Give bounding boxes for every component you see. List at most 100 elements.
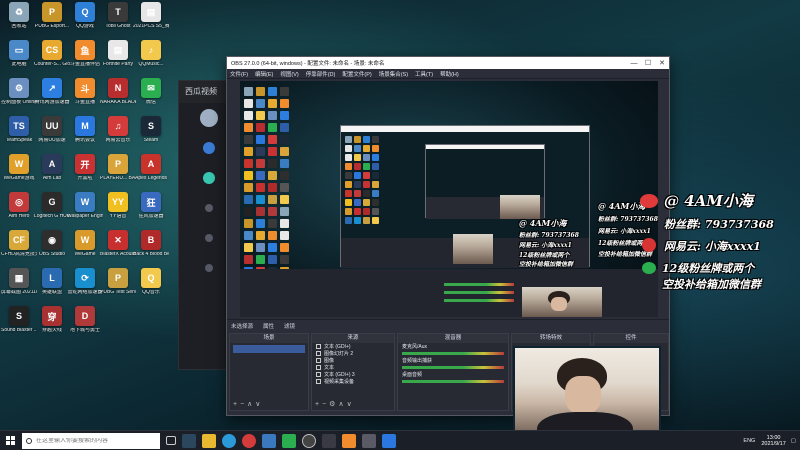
edge-icon[interactable] <box>222 433 236 448</box>
language-indicator[interactable]: ENG <box>743 438 755 444</box>
taskbar-search[interactable] <box>22 432 160 449</box>
preview-mini-icon <box>354 199 361 206</box>
source-item[interactable]: 文本 (GDI+) 3 <box>312 371 394 378</box>
desktop-shortcut[interactable]: 斗斗鱼直播 <box>68 78 102 116</box>
filters-button[interactable]: 滤镜 <box>284 322 295 330</box>
desktop-shortcut[interactable]: 鱼斗鱼直播伴侣 <box>68 40 102 78</box>
desktop-shortcut[interactable]: ♫ 网易云音乐 <box>101 116 135 154</box>
desktop-shortcut[interactable]: L 英雄联盟 <box>35 268 69 306</box>
desktop-shortcut[interactable]: Q QQ游戏 <box>68 2 102 40</box>
desktop-shortcut[interactable]: Q QQ音乐 <box>134 268 168 306</box>
scene-tools[interactable]: +−∧∨ <box>233 400 263 408</box>
minimize-button[interactable]: — <box>627 60 641 67</box>
desktop-shortcut[interactable]: W WeGame游戏 <box>2 154 36 192</box>
menu-profile[interactable]: 配置文件(P) <box>342 70 371 78</box>
desktop-shortcut[interactable]: ◉ OBS Studio <box>35 230 69 268</box>
desktop-shortcut[interactable]: 开开黑啦 <box>68 154 102 192</box>
desktop-shortcut[interactable]: T Tobii Ghost <box>101 2 135 40</box>
obs-preview[interactable]: @ 4AM小海 粉丝群: 793737368 网易云: 小海xxxx1 12级粉… <box>240 81 658 317</box>
desktop-shortcut[interactable]: ✕ BlasterX Acoustic... <box>100 230 136 268</box>
desktop-shortcut[interactable]: P PUBG Test Server <box>100 268 136 306</box>
desktop-shortcut[interactable]: ⟳ 雷蛇网络加速器 <box>67 268 103 306</box>
close-button[interactable]: ✕ <box>655 59 669 67</box>
menu-scene-collection[interactable]: 场景集合(S) <box>379 70 408 78</box>
mixer-meter[interactable] <box>402 366 504 369</box>
desktop-shortcut[interactable]: ✉ 微信 <box>134 78 168 116</box>
mixer-meter[interactable] <box>402 380 504 383</box>
desktop-shortcut-label: 网易UU加速 <box>38 138 66 143</box>
desktop-shortcut[interactable]: D 地下城与勇士 <box>68 306 102 344</box>
file-explorer-icon[interactable] <box>202 433 216 448</box>
task-view-icon[interactable] <box>166 436 176 445</box>
desktop-shortcut[interactable]: TS TeamSpeak <box>2 116 36 154</box>
desktop-shortcut[interactable]: ⚙ 控制面板 Online <box>1 78 37 116</box>
preview-mini-icon <box>268 87 277 96</box>
source-item[interactable]: 图像 <box>312 357 394 364</box>
menu-file[interactable]: 文件(F) <box>230 70 248 78</box>
desktop-shortcut[interactable]: W WeGame <box>68 230 102 268</box>
desktop-shortcut[interactable]: A Apex Legends <box>134 154 168 192</box>
desktop-shortcut[interactable]: G Logitech G HUB <box>34 192 70 230</box>
desktop-shortcut[interactable]: ↗ 腾讯网游加速器 <box>34 78 70 116</box>
desktop-shortcut[interactable]: A Aim Lab <box>35 154 69 192</box>
netease-music-taskbar-icon[interactable] <box>242 433 256 448</box>
desktop-shortcut-label: WeGame游戏 <box>3 176 35 181</box>
desktop-shortcut[interactable]: ▦ 屏幕截图 2021101... <box>1 268 37 306</box>
app-taskbar-icon[interactable] <box>382 433 396 448</box>
source-tools[interactable]: +−⚙∧∨ <box>315 400 355 408</box>
obs-taskbar-icon[interactable] <box>302 433 316 448</box>
wechat-icon: ✉ <box>141 78 161 98</box>
preview-mini-icon <box>372 163 379 170</box>
obs-menubar: 文件(F) 编辑(E) 视图(V) 停靠部件(D) 配置文件(P) 场景集合(S… <box>227 69 669 79</box>
notification-icon[interactable]: ▢ <box>791 438 796 444</box>
maximize-button[interactable]: ☐ <box>641 59 655 67</box>
desktop-shortcut[interactable]: N NARAKA BLADEPOI... <box>100 78 136 116</box>
desktop-shortcut-label: QQ音乐 <box>142 290 160 295</box>
desktop-shortcut-label: 微信 <box>145 100 156 105</box>
douyu-taskbar-icon[interactable] <box>342 433 356 448</box>
app-taskbar-icon[interactable] <box>362 433 376 448</box>
properties-button[interactable]: 属性 <box>263 322 274 330</box>
desktop-shortcut[interactable]: UU 网易UU加速 <box>35 116 69 154</box>
search-input[interactable] <box>36 437 154 444</box>
preview-mini-icon <box>256 207 265 216</box>
desktop-shortcut[interactable]: P PUBG Esport... <box>35 2 69 40</box>
desktop-shortcut[interactable]: W Wallpaper Engine <box>67 192 103 230</box>
desktop-shortcut[interactable]: P PLAYERU... BATTLEGR... <box>100 154 136 192</box>
wechat-taskbar-icon[interactable] <box>282 433 296 448</box>
scene-item[interactable] <box>233 345 305 353</box>
menu-help[interactable]: 帮助(H) <box>440 70 459 78</box>
preview-mini-icon <box>372 154 379 161</box>
desktop-shortcut[interactable]: ▤ 2021PCS S5_赛格准... <box>133 2 169 40</box>
app-taskbar-icon[interactable] <box>322 433 336 448</box>
desktop-shortcut[interactable]: CF CFHD高清竞技大区 <box>1 230 37 268</box>
desktop-shortcut[interactable]: S Sound Blaster ... <box>1 306 37 344</box>
desktop-shortcut[interactable]: ♪ QQMusic... <box>134 40 168 78</box>
menu-docks[interactable]: 停靠部件(D) <box>306 70 336 78</box>
source-item[interactable]: 文本 (GDI+) <box>312 343 394 350</box>
steam-taskbar-icon[interactable] <box>182 433 196 448</box>
menu-tools[interactable]: 工具(T) <box>415 70 433 78</box>
source-item[interactable]: 图像幻灯片 2 <box>312 350 394 357</box>
obs-titlebar[interactable]: OBS 27.0.0 (64-bit, windows) - 配置文件: 未命名… <box>227 57 669 69</box>
menu-view[interactable]: 视图(V) <box>280 70 298 78</box>
desktop-shortcut[interactable]: YY YY语音 <box>101 192 135 230</box>
desktop-shortcut[interactable]: 穿穿越火线 <box>35 306 69 344</box>
source-item[interactable]: 视频采集设备 <box>312 378 394 385</box>
desktop-shortcut[interactable]: ◎ Aim Hero <box>2 192 36 230</box>
desktop-shortcut[interactable]: ♻ 回收站 <box>2 2 36 40</box>
desktop-shortcut[interactable]: B Back 4 Blood Beta <box>133 230 169 268</box>
desktop-shortcut[interactable]: ▭ 此电脑 <box>2 40 36 78</box>
desktop-shortcut[interactable]: CS Counter-S... Global Off... <box>34 40 70 78</box>
menu-edit[interactable]: 编辑(E) <box>255 70 273 78</box>
desktop-shortcut[interactable]: M 腾讯会议 <box>68 116 102 154</box>
desktop-shortcut[interactable]: S Steam <box>134 116 168 154</box>
source-item[interactable]: 文本 <box>312 364 394 371</box>
clock[interactable]: 13:00 2021/9/17 <box>761 435 785 448</box>
clock-date: 2021/9/17 <box>761 441 786 447</box>
desktop-shortcut[interactable]: 狂狂风加速器 <box>134 192 168 230</box>
store-icon[interactable] <box>262 433 276 448</box>
mixer-meter[interactable] <box>402 352 504 355</box>
desktop-shortcut[interactable]: ▤ Fortnite Party <box>101 40 135 78</box>
start-button[interactable] <box>0 431 20 450</box>
